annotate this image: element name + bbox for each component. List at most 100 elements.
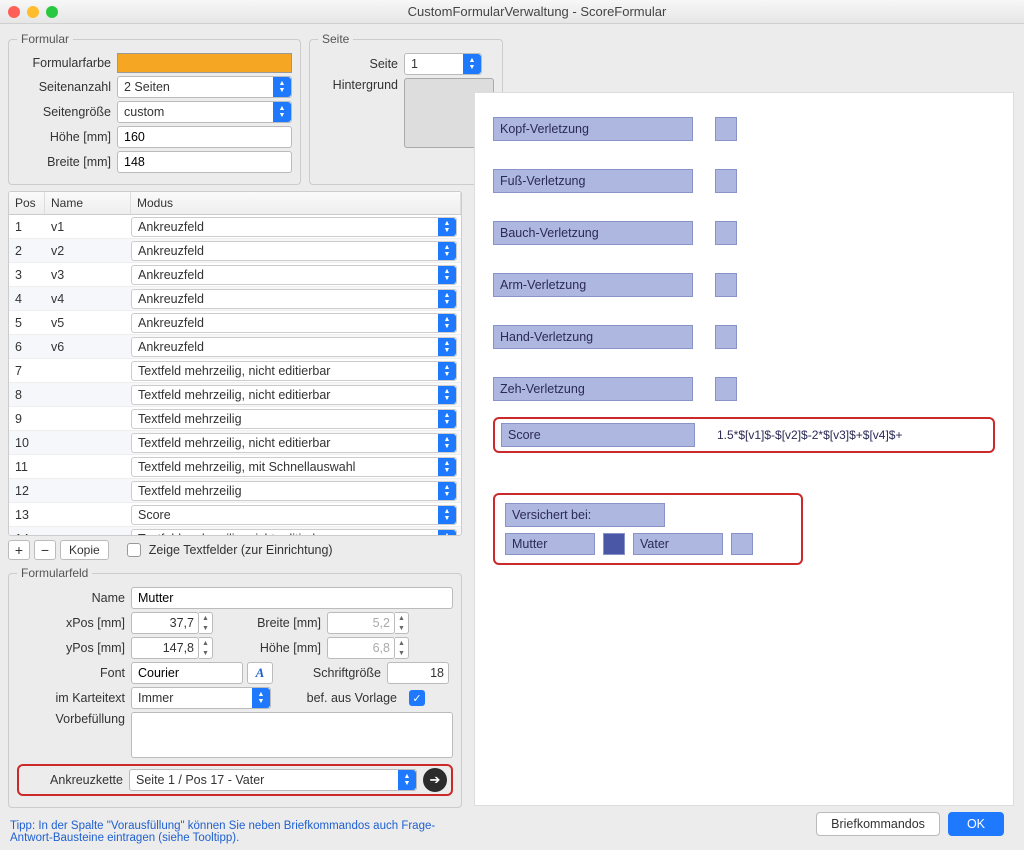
ankreuz-select[interactable]: Seite 1 / Pos 17 - Vater [129,769,417,791]
formularfeld-legend: Formularfeld [17,566,92,580]
chevron-updown-icon [438,314,456,332]
size-select[interactable]: custom [117,101,292,123]
modus-select[interactable]: Textfeld mehrzeilig, nicht editierbar [131,433,457,453]
color-swatch[interactable] [117,53,292,73]
th-name[interactable]: Name [45,192,131,214]
insurance-vater-field[interactable]: Vater [633,533,723,555]
kartei-select[interactable]: Immer [131,687,271,709]
chevron-updown-icon [438,362,456,380]
hoehe-input[interactable]: 6,8 [327,637,395,659]
preview-checkbox-field[interactable] [715,273,737,297]
xpos-input[interactable]: 37,7 [131,612,199,634]
height-input[interactable] [117,126,292,148]
minimize-window-icon[interactable] [27,6,39,18]
hoehe-stepper[interactable]: ▲▼ [395,637,409,659]
table-row[interactable]: 10 Textfeld mehrzeilig, nicht editierbar [9,431,461,455]
insurance-mutter-checkbox[interactable] [603,533,625,555]
preview-checkbox-field[interactable] [715,221,737,245]
modus-select[interactable]: Ankreuzfeld [131,289,457,309]
cell-pos: 6 [9,340,45,354]
fontsize-input[interactable]: 18 [387,662,449,684]
preview-label-field[interactable]: Kopf-Verletzung [493,117,693,141]
preview-label-field[interactable]: Hand-Verletzung [493,325,693,349]
font-picker-button[interactable]: A [247,662,273,684]
table-row[interactable]: 13 Score [9,503,461,527]
ypos-stepper[interactable]: ▲▼ [199,637,213,659]
table-row[interactable]: 11 Textfeld mehrzeilig, mit Schnellauswa… [9,455,461,479]
table-row[interactable]: 4 v4 Ankreuzfeld [9,287,461,311]
breite-input[interactable]: 5,2 [327,612,395,634]
preview-label-field[interactable]: Arm-Verletzung [493,273,693,297]
formular-group: Formular Formularfarbe Seitenanzahl 2 Se… [8,32,301,185]
insurance-highlight: Versichert bei: Mutter Vater [493,493,803,565]
chevron-updown-icon [438,410,456,428]
preview-checkbox-field[interactable] [715,325,737,349]
modus-select[interactable]: Textfeld mehrzeilig, nicht editierbar [131,361,457,381]
width-input[interactable] [117,151,292,173]
modus-select[interactable]: Textfeld mehrzeilig, nicht editierbar [131,385,457,405]
modus-select[interactable]: Ankreuzfeld [131,265,457,285]
table-row[interactable]: 5 v5 Ankreuzfeld [9,311,461,335]
preview-checkbox-field[interactable] [715,169,737,193]
table-row[interactable]: 3 v3 Ankreuzfeld [9,263,461,287]
table-row[interactable]: 14 Textfeld mehrzeilig, nicht editierbar [9,527,461,536]
pages-select[interactable]: 2 Seiten [117,76,292,98]
insurance-mutter-field[interactable]: Mutter [505,533,595,555]
score-label-field[interactable]: Score [501,423,695,447]
table-row[interactable]: 8 Textfeld mehrzeilig, nicht editierbar [9,383,461,407]
ff-name-input[interactable] [131,587,453,609]
ankreuz-goto-button[interactable]: ➔ [423,768,447,792]
breite-stepper[interactable]: ▲▼ [395,612,409,634]
table-row[interactable]: 7 Textfeld mehrzeilig, nicht editierbar [9,359,461,383]
table-row[interactable]: 2 v2 Ankreuzfeld [9,239,461,263]
cell-pos: 10 [9,436,45,450]
cell-pos: 4 [9,292,45,306]
cell-pos: 12 [9,484,45,498]
modus-select[interactable]: Ankreuzfeld [131,241,457,261]
preview-label-field[interactable]: Bauch-Verletzung [493,221,693,245]
preview-checkbox-field[interactable] [715,377,737,401]
remove-row-button[interactable]: − [34,540,56,560]
footer: Briefkommandos OK [474,806,1014,842]
font-input[interactable] [131,662,243,684]
modus-select[interactable]: Ankreuzfeld [131,313,457,333]
chevron-updown-icon [438,266,456,284]
zoom-window-icon[interactable] [46,6,58,18]
briefkommandos-button[interactable]: Briefkommandos [816,812,940,836]
cell-pos: 7 [9,364,45,378]
add-row-button[interactable]: + [8,540,30,560]
xpos-stepper[interactable]: ▲▼ [199,612,213,634]
preview-label-field[interactable]: Zeh-Verletzung [493,377,693,401]
modus-select[interactable]: Textfeld mehrzeilig [131,409,457,429]
table-row[interactable]: 6 v6 Ankreuzfeld [9,335,461,359]
close-window-icon[interactable] [8,6,20,18]
th-pos[interactable]: Pos [9,192,45,214]
copy-row-button[interactable]: Kopie [60,540,109,560]
bef-checkbox[interactable]: ✓ [409,690,425,706]
ok-button[interactable]: OK [948,812,1004,836]
th-modus[interactable]: Modus [131,192,461,214]
modus-select[interactable]: Ankreuzfeld [131,337,457,357]
insurance-vater-checkbox[interactable] [731,533,753,555]
fontsize-label: Schriftgröße [291,666,381,680]
preview-label-field[interactable]: Fuß-Verletzung [493,169,693,193]
preview-checkbox-field[interactable] [715,117,737,141]
bef-label: bef. aus Vorlage [289,691,397,705]
table-row[interactable]: 9 Textfeld mehrzeilig [9,407,461,431]
vorbef-textarea[interactable] [131,712,453,758]
insurance-title-field[interactable]: Versichert bei: [505,503,665,527]
cell-pos: 9 [9,412,45,426]
modus-select[interactable]: Ankreuzfeld [131,217,457,237]
table-body[interactable]: 1 v1 Ankreuzfeld2 v2 Ankreuzfeld3 v3 Ank… [9,215,461,536]
score-formula: 1.5*$[v1]$-$[v2]$-2*$[v3]$+$[v4]$+ [717,428,902,442]
window-controls [8,6,58,18]
color-label: Formularfarbe [17,56,111,70]
ypos-input[interactable]: 147,8 [131,637,199,659]
show-textfields-checkbox[interactable] [127,543,141,557]
modus-select[interactable]: Textfeld mehrzeilig [131,481,457,501]
modus-select[interactable]: Score [131,505,457,525]
table-row[interactable]: 12 Textfeld mehrzeilig [9,479,461,503]
modus-select[interactable]: Textfeld mehrzeilig, mit Schnellauswahl [131,457,457,477]
modus-select[interactable]: Textfeld mehrzeilig, nicht editierbar [131,529,457,537]
table-row[interactable]: 1 v1 Ankreuzfeld [9,215,461,239]
